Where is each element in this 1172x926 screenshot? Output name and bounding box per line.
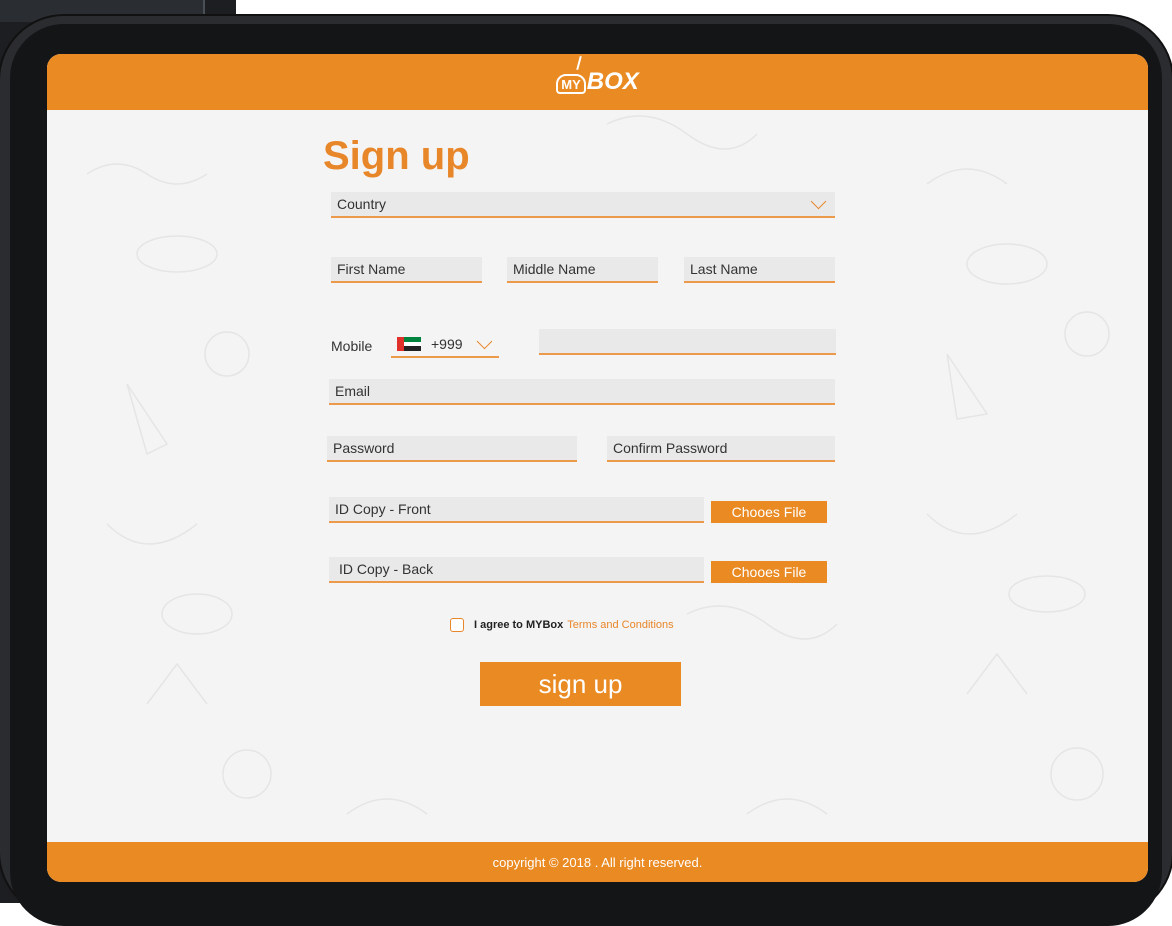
email-field[interactable]: Email [329, 379, 835, 405]
id-back-placeholder: ID Copy - Back [339, 561, 434, 577]
id-front-placeholder: ID Copy - Front [335, 501, 431, 517]
chevron-down-icon [476, 333, 493, 350]
choose-file-back-button[interactable]: Chooes File [711, 561, 827, 583]
mobile-label: Mobile [331, 338, 373, 354]
copyright-text: copyright © 2018 . All right reserved. [492, 854, 703, 870]
header-bar: MY BOX [47, 54, 1148, 110]
phone-code-select[interactable]: +999 [391, 332, 499, 358]
confirm-password-field[interactable]: Confirm Password [607, 436, 835, 462]
id-front-field[interactable]: ID Copy - Front [329, 497, 704, 523]
email-placeholder: Email [335, 383, 371, 399]
footer-bar: copyright © 2018 . All right reserved. [47, 842, 1148, 882]
last-name-placeholder: Last Name [690, 261, 758, 277]
phone-code-value: +999 [431, 336, 463, 352]
confirm-password-placeholder: Confirm Password [613, 440, 728, 456]
doodle-background [86, 115, 1110, 815]
mobile-number-field[interactable] [539, 329, 836, 355]
middle-name-field[interactable]: Middle Name [507, 257, 658, 283]
mybox-logo[interactable]: MY BOX [556, 55, 639, 95]
terms-agreement: I agree to MYBox Terms and Conditions [450, 618, 674, 632]
password-field[interactable]: Password [327, 436, 577, 462]
chevron-down-icon [810, 193, 827, 210]
choose-file-front-button[interactable]: Chooes File [711, 501, 827, 523]
terms-link[interactable]: Terms and Conditions [567, 619, 673, 631]
logo-antenna [576, 55, 583, 71]
page-title: Sign up [323, 134, 470, 178]
terms-checkbox[interactable] [450, 618, 464, 632]
logo-my: MY [556, 74, 586, 94]
last-name-field[interactable]: Last Name [684, 257, 835, 283]
first-name-placeholder: First Name [337, 261, 406, 277]
uae-flag-icon [397, 337, 421, 352]
country-select[interactable]: Country [331, 192, 835, 218]
country-select-label: Country [337, 196, 387, 212]
middle-name-placeholder: Middle Name [513, 261, 596, 277]
agree-text: I agree to MYBox [474, 619, 564, 631]
signup-screen: MY BOX Sign up Country First Name Middle… [47, 54, 1148, 882]
first-name-field[interactable]: First Name [331, 257, 482, 283]
logo-box: BOX [586, 68, 639, 95]
id-back-field[interactable]: ID Copy - Back [329, 557, 704, 583]
sign-up-button[interactable]: sign up [480, 662, 681, 706]
password-placeholder: Password [333, 440, 395, 456]
